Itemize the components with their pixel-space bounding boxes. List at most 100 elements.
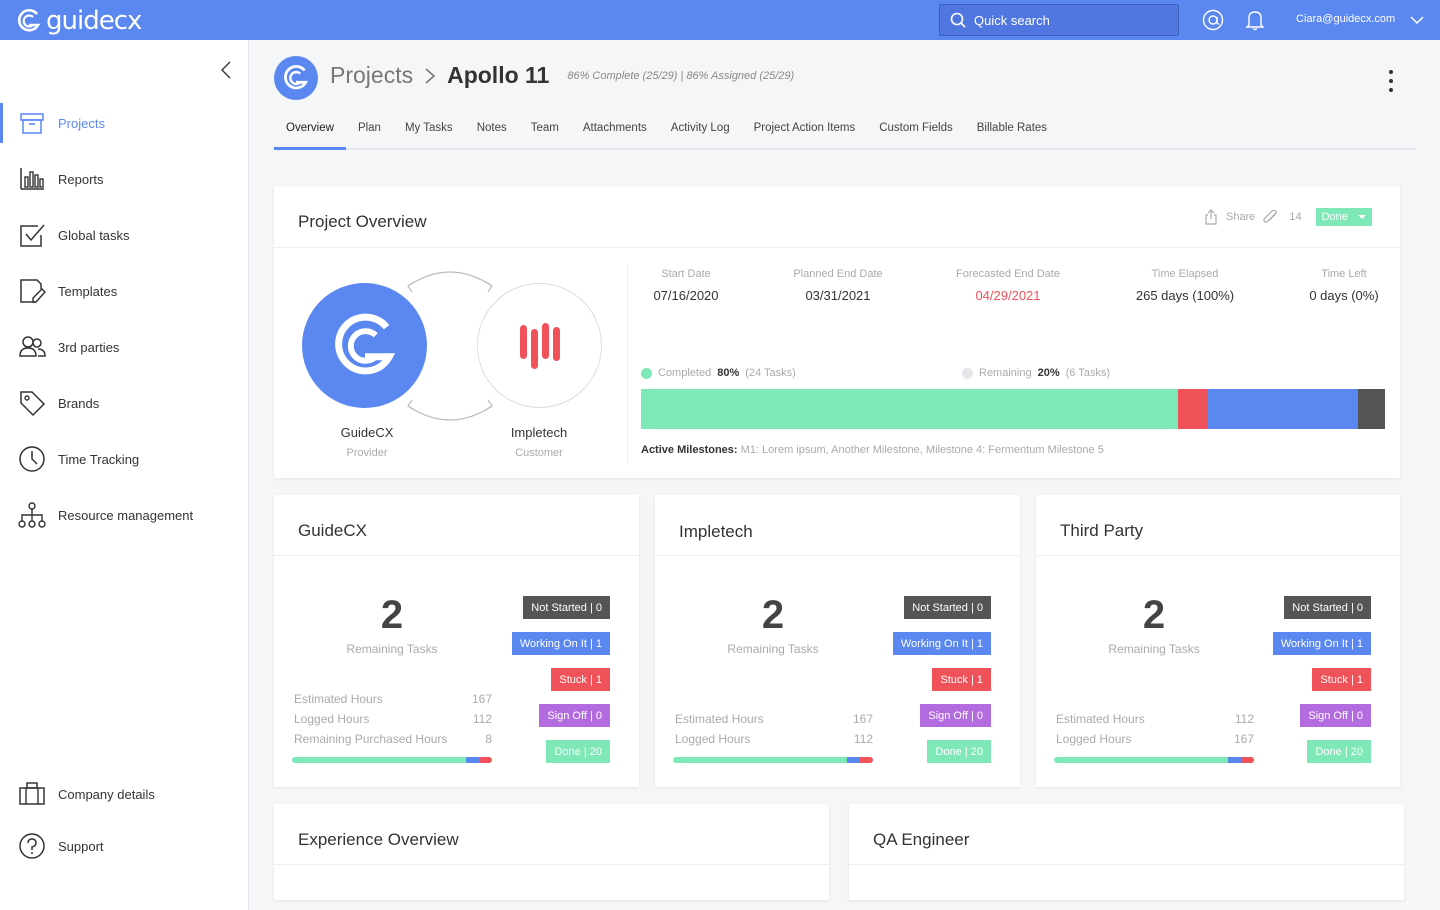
quick-search-input[interactable]: Quick search bbox=[939, 4, 1179, 36]
hours-value: 167 bbox=[1233, 732, 1254, 746]
bar-chart-icon bbox=[20, 168, 44, 190]
mini-bar-segment-working bbox=[466, 757, 479, 763]
status-badge-working[interactable]: Working On It | 1 bbox=[892, 632, 991, 655]
sidebar-item-company-details[interactable]: Company details bbox=[0, 774, 249, 814]
legend-tasks: (6 Tasks) bbox=[1065, 367, 1111, 379]
guidecx-logo-icon bbox=[284, 65, 309, 90]
customer-logo bbox=[477, 283, 602, 408]
tab-billable-rates[interactable]: Billable Rates bbox=[965, 110, 1059, 149]
legend-tasks: (24 Tasks) bbox=[745, 367, 796, 379]
customer-role: Customer bbox=[515, 447, 563, 459]
at-icon[interactable] bbox=[1202, 9, 1224, 31]
status-badge-not-started[interactable]: Not Started | 0 bbox=[523, 596, 610, 619]
sidebar-item-brands[interactable]: Brands bbox=[0, 383, 249, 423]
status-badge-stuck[interactable]: Stuck | 1 bbox=[551, 668, 610, 691]
share-icon[interactable] bbox=[1204, 209, 1218, 225]
status-label: Done bbox=[1321, 211, 1348, 223]
customer-name: Impletech bbox=[510, 425, 568, 440]
hours-label: Estimated Hours bbox=[675, 712, 764, 726]
sidebar-item-label: Reports bbox=[58, 171, 104, 187]
legend-label: Completed bbox=[658, 367, 712, 379]
breadcrumb-projects-link[interactable]: Projects bbox=[330, 62, 413, 89]
sidebar-item-3rd-parties[interactable]: 3rd parties bbox=[0, 327, 249, 367]
hours-value: 167 bbox=[471, 692, 492, 706]
card-divider bbox=[274, 247, 1400, 248]
card-title: Impletech bbox=[679, 522, 753, 541]
tab-activity-log[interactable]: Activity Log bbox=[659, 110, 742, 149]
tab-attachments[interactable]: Attachments bbox=[571, 110, 659, 149]
date-value: 0 days (0%) bbox=[1309, 288, 1379, 303]
party-progress-bar bbox=[292, 757, 492, 763]
status-badge-sign-off[interactable]: Sign Off | 0 bbox=[539, 704, 610, 727]
status-badge-working[interactable]: Working On It | 1 bbox=[511, 632, 610, 655]
progress-segment-working bbox=[1207, 389, 1359, 429]
legend-dot bbox=[962, 367, 973, 379]
mini-bar-segment-stuck bbox=[479, 757, 492, 763]
hierarchy-icon bbox=[18, 502, 46, 528]
tab-notes[interactable]: Notes bbox=[465, 110, 519, 149]
sidebar-item-label: 3rd parties bbox=[58, 339, 120, 355]
hours-value: 167 bbox=[852, 712, 873, 726]
provider-logo bbox=[302, 283, 427, 408]
sidebar-item-templates[interactable]: Templates bbox=[0, 271, 249, 311]
card-title: GuideCX bbox=[298, 521, 367, 540]
more-options-icon[interactable] bbox=[1389, 70, 1393, 92]
status-badge-not-started[interactable]: Not Started | 0 bbox=[904, 596, 991, 619]
milestones-list: M1: Lorem ipsum, Another Milestone, Mile… bbox=[740, 444, 1104, 456]
status-dropdown[interactable]: Done bbox=[1315, 208, 1372, 226]
date-value: 265 days (100%) bbox=[1135, 288, 1235, 303]
hours-value: 112 bbox=[472, 712, 492, 726]
sidebar-item-label: Time Tracking bbox=[58, 451, 140, 467]
page-title: Apollo 11 bbox=[447, 62, 550, 88]
sidebar-item-time-tracking[interactable]: Time Tracking bbox=[0, 439, 249, 479]
date-value: 07/16/2020 bbox=[653, 288, 719, 303]
remaining-count: 2 bbox=[380, 593, 404, 637]
experience-overview-card: Experience Overview bbox=[274, 804, 829, 900]
sidebar-item-label: Brands bbox=[58, 395, 100, 411]
tab-team[interactable]: Team bbox=[519, 110, 571, 149]
status-badge-working[interactable]: Working On It | 1 bbox=[1272, 632, 1371, 655]
status-badge-done[interactable]: Done | 20 bbox=[546, 740, 610, 763]
sidebar-item-support[interactable]: Support bbox=[0, 826, 249, 866]
card-title: Project Overview bbox=[298, 212, 427, 231]
project-stats: 86% Complete (25/29) | 86% Assigned (25/… bbox=[567, 69, 795, 82]
vertical-divider bbox=[627, 264, 628, 464]
sidebar-item-global-tasks[interactable]: Global tasks bbox=[0, 215, 249, 255]
status-badge-not-started[interactable]: Not Started | 0 bbox=[1284, 596, 1371, 619]
sidebar-item-reports[interactable]: Reports bbox=[0, 159, 249, 199]
remaining-label: Remaining Tasks bbox=[346, 642, 438, 656]
guidecx-logo[interactable]: guidecx bbox=[16, 6, 142, 36]
sidebar-item-projects[interactable]: Projects bbox=[0, 103, 249, 143]
status-badge-done[interactable]: Done | 20 bbox=[1307, 740, 1371, 763]
provider-name: GuideCX bbox=[340, 425, 394, 440]
tab-plan[interactable]: Plan bbox=[346, 110, 393, 149]
paperclip-icon[interactable] bbox=[1263, 210, 1281, 224]
status-badge-sign-off[interactable]: Sign Off | 0 bbox=[1300, 704, 1371, 727]
search-placeholder: Quick search bbox=[974, 12, 1050, 28]
forecasted-end-date: Forecasted End Date 04/29/2021 bbox=[943, 268, 1073, 303]
status-badge-stuck[interactable]: Stuck | 1 bbox=[1312, 668, 1371, 691]
hours-row: Logged Hours 112 bbox=[294, 712, 492, 726]
sidebar-item-resource-management[interactable]: Resource management bbox=[0, 495, 249, 535]
logo-text: guidecx bbox=[46, 6, 142, 36]
tab-my-tasks[interactable]: My Tasks bbox=[393, 110, 465, 149]
project-overview-card: Project Overview Share 14 Done GuideCX P… bbox=[274, 186, 1400, 478]
status-badge-done[interactable]: Done | 20 bbox=[927, 740, 991, 763]
share-label[interactable]: Share bbox=[1226, 211, 1255, 223]
bell-icon[interactable] bbox=[1245, 9, 1265, 31]
tab-custom-fields[interactable]: Custom Fields bbox=[867, 110, 965, 149]
legend-pct: 20% bbox=[1037, 367, 1060, 379]
chevron-down-icon[interactable] bbox=[1409, 12, 1425, 28]
milestones-label: Active Milestones: bbox=[641, 444, 738, 456]
status-badge-sign-off[interactable]: Sign Off | 0 bbox=[920, 704, 991, 727]
card-title: Third Party bbox=[1060, 521, 1144, 540]
time-elapsed: Time Elapsed 265 days (100%) bbox=[1120, 268, 1250, 303]
user-email[interactable]: Ciara@guidecx.com bbox=[1296, 13, 1395, 25]
main-content: Projects Apollo 11 86% Complete (25/29) … bbox=[250, 40, 1440, 910]
status-badge-stuck[interactable]: Stuck | 1 bbox=[932, 668, 991, 691]
chevron-right-icon bbox=[425, 67, 436, 84]
tab-overview[interactable]: Overview bbox=[274, 110, 346, 150]
remaining-label: Remaining Tasks bbox=[727, 642, 819, 656]
tab-project-action-items[interactable]: Project Action Items bbox=[742, 110, 868, 149]
collapse-sidebar-icon[interactable] bbox=[216, 60, 236, 80]
